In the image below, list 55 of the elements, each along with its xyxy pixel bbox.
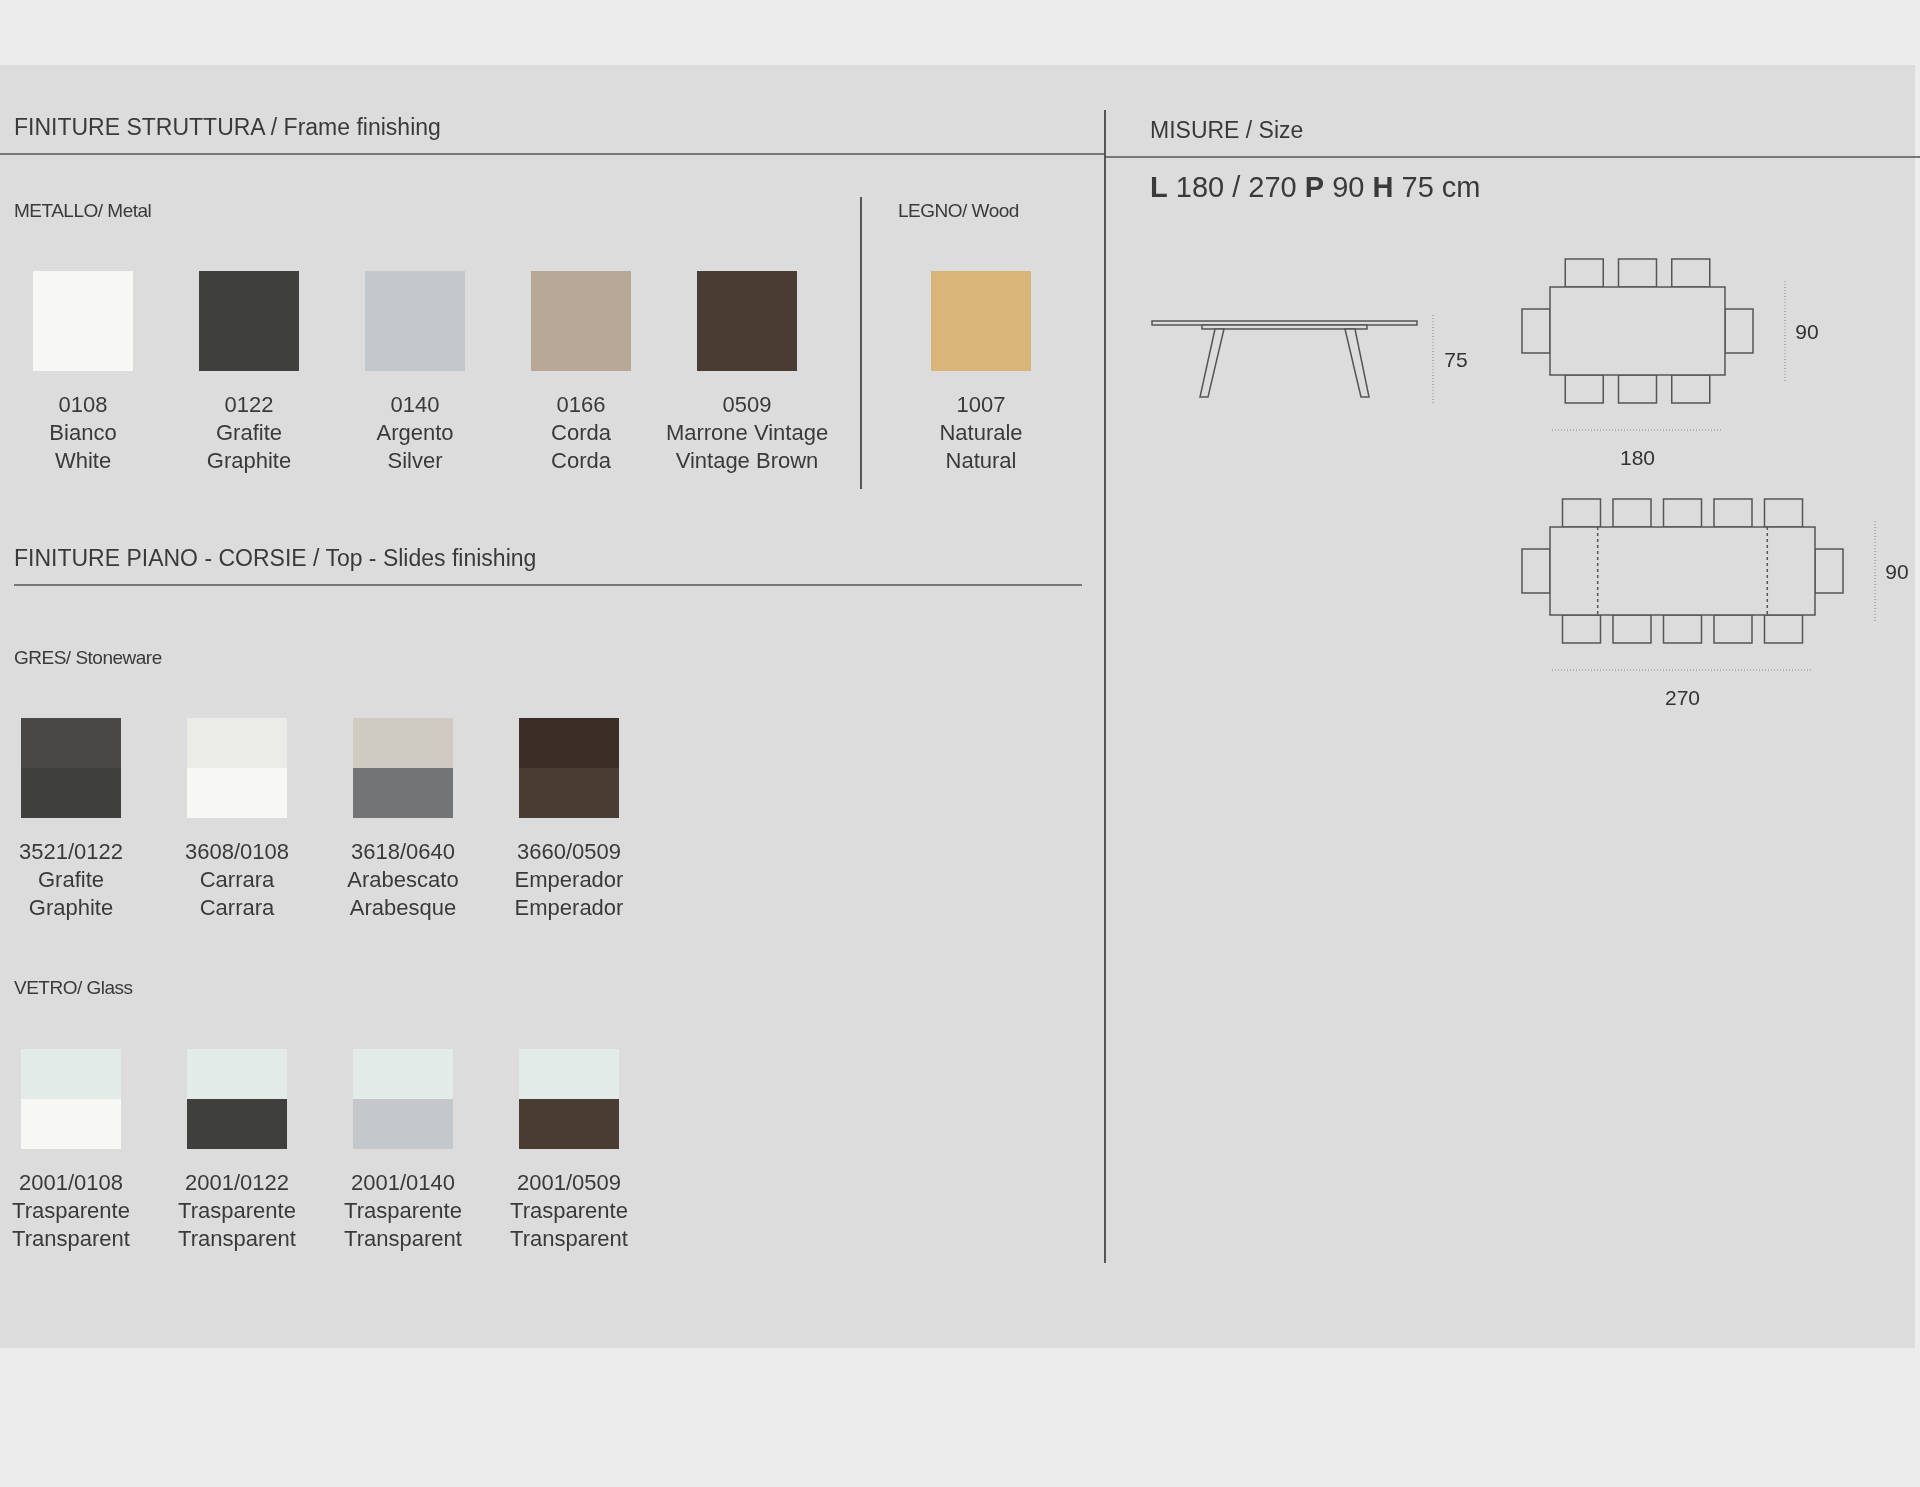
finish-name: Vintage Brown — [675, 447, 819, 475]
section-title: MISURE / Size — [1106, 113, 1920, 158]
finish-name: Emperador — [514, 866, 624, 894]
finish-code: 0140 — [390, 391, 440, 419]
finish-name: Corda — [551, 419, 611, 447]
finish-code: 3521/0122 — [19, 838, 123, 866]
finish-name: Carrara — [199, 866, 275, 894]
finish-name: Grafite — [215, 419, 282, 447]
finish-name: White — [54, 447, 112, 475]
finish-code: 0122 — [224, 391, 274, 419]
finish-name: Trasparente — [344, 1196, 462, 1225]
finish-code: 0108 — [58, 391, 108, 419]
group-title: GRES/ Stoneware — [14, 645, 163, 670]
finish-code: 3660/0509 — [517, 838, 621, 866]
finish-name: Marrone Vintage — [665, 419, 829, 447]
finish-code: 2001/0140 — [351, 1168, 455, 1197]
finish-name: Transparent — [12, 1224, 130, 1253]
finish-code: 0509 — [722, 391, 772, 419]
finish-code: 2001/0122 — [185, 1168, 289, 1197]
finish-name: Grafite — [38, 866, 104, 894]
finish-name: Carrara — [199, 894, 275, 922]
finish-name: Transparent — [344, 1224, 462, 1253]
finish-name: Trasparente — [178, 1196, 296, 1225]
finish-code: 1007 — [956, 391, 1006, 419]
finish-code: 3618/0640 — [351, 838, 455, 866]
finish-code: 2001/0108 — [19, 1168, 123, 1197]
finish-name: Transparent — [178, 1224, 296, 1253]
group-title: LEGNO/ Wood — [898, 198, 1020, 223]
finish-name: Naturale — [939, 419, 1023, 447]
finish-name: Bianco — [49, 419, 117, 447]
finish-code: 3608/0108 — [185, 838, 289, 866]
dimension-label: 180 — [1620, 446, 1655, 469]
finish-name: Transparent — [510, 1224, 628, 1253]
finish-name: Graphite — [28, 894, 114, 922]
size-dimensions: L 180 / 270 P 90 H 75 cm — [1149, 169, 1482, 205]
finish-name: Arabescato — [347, 866, 459, 894]
finish-name: Corda — [551, 447, 611, 475]
finish-name: Trasparente — [510, 1196, 628, 1225]
finish-code: 2001/0509 — [517, 1168, 621, 1197]
dimension-label: 270 — [1665, 686, 1700, 709]
finish-name: Silver — [387, 447, 443, 475]
dimension-label: 90 — [1885, 560, 1909, 583]
finish-name: Arabesque — [349, 894, 457, 922]
dimension-label: 90 — [1795, 320, 1819, 343]
finish-code: 0166 — [556, 391, 606, 419]
section-title: FINITURE STRUTTURA / Frame finishing — [0, 110, 1104, 155]
group-title: METALLO/ Metal — [14, 198, 153, 223]
dimension-label: 75 — [1444, 348, 1468, 371]
finish-name: Graphite — [206, 447, 292, 475]
finish-name: Trasparente — [12, 1196, 130, 1225]
section-title: FINITURE PIANO - CORSIE / Top - Slides finishing — [14, 541, 1082, 586]
group-title: VETRO/ Glass — [14, 976, 134, 1000]
finish-name: Natural — [945, 447, 1017, 475]
finish-name: Argento — [376, 419, 454, 447]
finish-name: Emperador — [514, 894, 624, 922]
